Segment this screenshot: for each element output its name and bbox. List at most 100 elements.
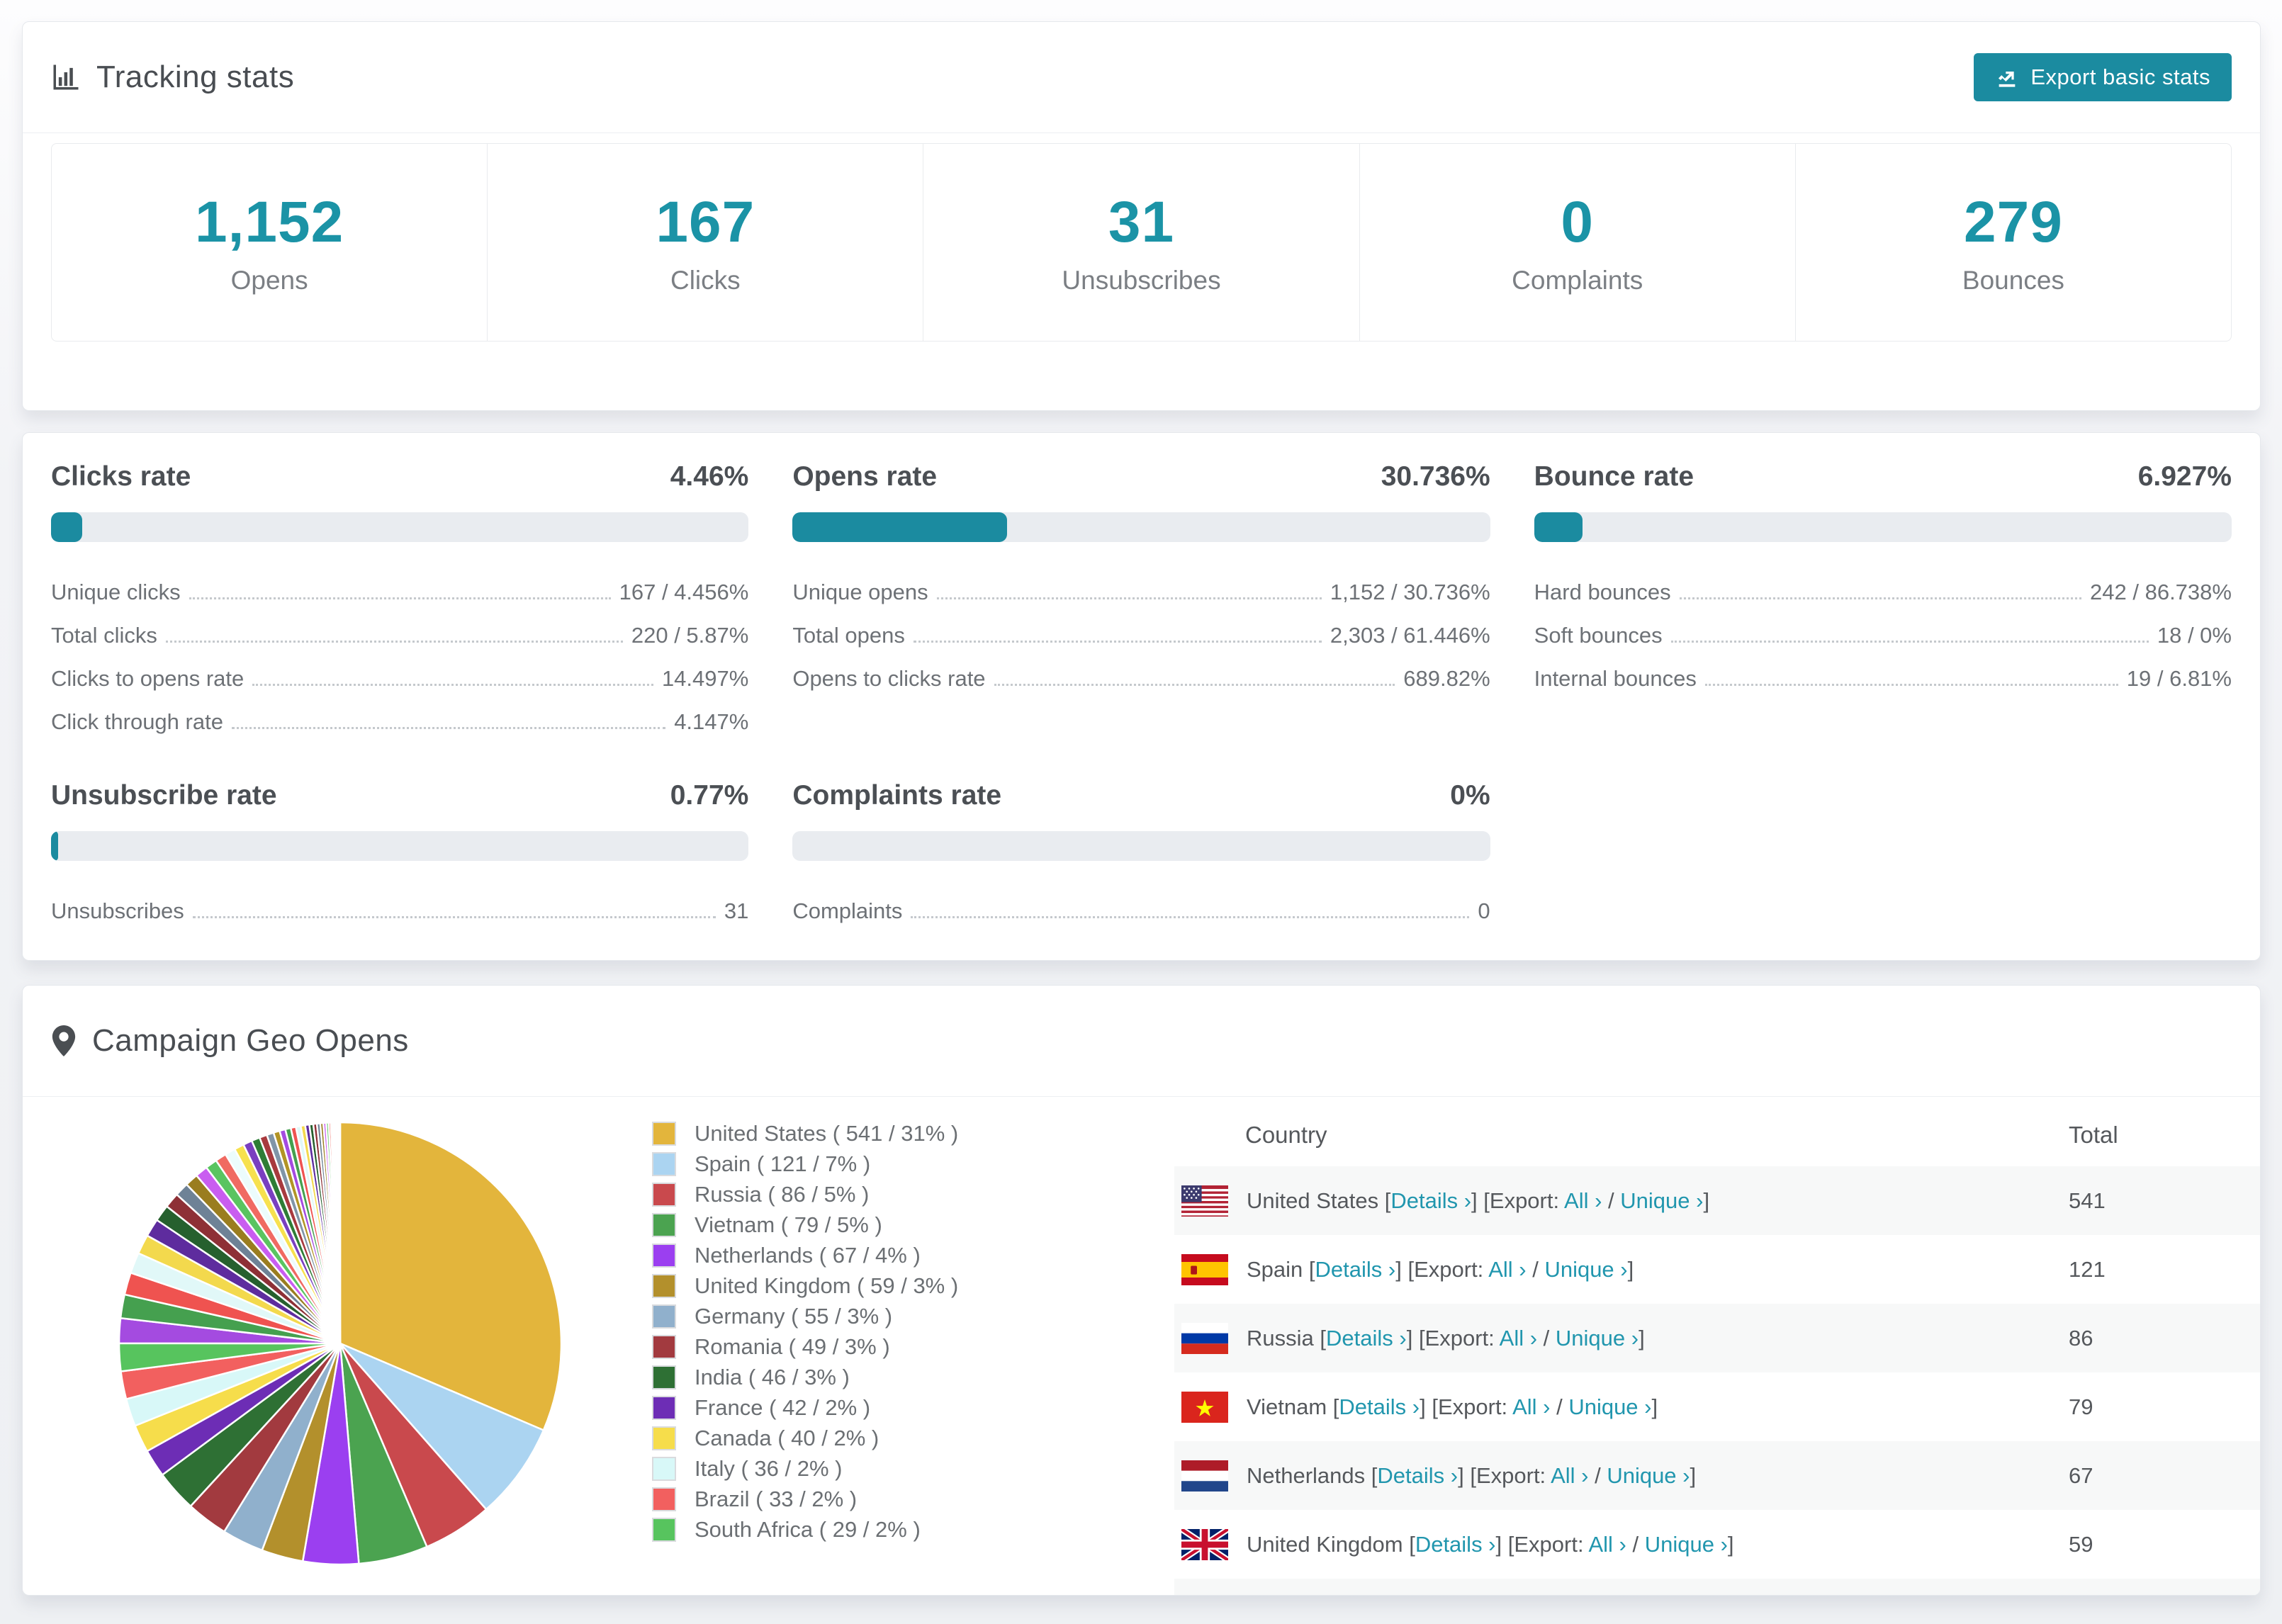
stat-label: Unsubscribes xyxy=(1062,266,1221,295)
rate-detail-value: 167 / 4.456% xyxy=(619,580,749,604)
legend-swatch xyxy=(652,1273,676,1298)
dotted-leader xyxy=(231,727,666,729)
country-name: Russia xyxy=(1247,1325,1320,1350)
export-all-link[interactable]: All › xyxy=(1488,1257,1526,1282)
rate-detail-row: Complaints 0 xyxy=(792,885,1490,928)
legend-item-russia: Russia ( 86 / 5% ) xyxy=(652,1179,958,1209)
rate-detail-row: Opens to clicks rate 689.82% xyxy=(792,653,1490,696)
rate-detail-row: Hard bounces 242 / 86.738% xyxy=(1534,566,2232,609)
details-link[interactable]: Details › xyxy=(1326,1326,1407,1350)
rate-value: 0% xyxy=(1450,780,1490,811)
rate-title: Clicks rate xyxy=(51,461,191,492)
rate-detail-row: Unique clicks 167 / 4.456% xyxy=(51,566,748,609)
export-all-link[interactable]: All › xyxy=(1512,1394,1550,1419)
export-all-link[interactable]: All › xyxy=(1500,1326,1537,1350)
dotted-leader xyxy=(252,684,653,686)
legend-swatch xyxy=(652,1121,676,1146)
rate-detail-label: Opens to clicks rate xyxy=(792,666,986,691)
page-title: Tracking stats xyxy=(96,60,295,94)
rate-progress-fill xyxy=(1534,512,1583,542)
geo-table-header-country: Country xyxy=(1245,1122,1327,1148)
geo-row-total: 79 xyxy=(2069,1394,2093,1419)
legend-label: Germany ( 55 / 3% ) xyxy=(695,1303,893,1329)
geo-header: Campaign Geo Opens xyxy=(23,986,2260,1096)
details-link[interactable]: Details › xyxy=(1315,1257,1396,1282)
geo-table-row-es: Spain [Details ›] [Export: All › / Uniqu… xyxy=(1174,1235,2260,1304)
legend-swatch xyxy=(652,1456,676,1481)
rate-detail-value: 1,152 / 30.736% xyxy=(1330,580,1490,604)
dotted-leader xyxy=(165,641,623,643)
legend-label: Spain ( 121 / 7% ) xyxy=(695,1151,871,1176)
export-unique-link[interactable]: Unique › xyxy=(1645,1532,1728,1557)
details-link[interactable]: Details › xyxy=(1415,1532,1496,1557)
stat-box: 167 Clicks xyxy=(487,143,924,342)
flag-gb-icon xyxy=(1181,1528,1247,1560)
details-link[interactable]: Details › xyxy=(1377,1463,1458,1488)
geo-opens-pie-chart[interactable] xyxy=(106,1110,574,1577)
rate-value: 0.77% xyxy=(670,780,749,811)
stat-box: 1,152 Opens xyxy=(51,143,488,342)
details-link[interactable]: Details › xyxy=(1339,1394,1420,1419)
export-all-link[interactable]: All › xyxy=(1588,1532,1626,1557)
legend-swatch xyxy=(652,1212,676,1237)
geo-row-country-cell: United Kingdom [Details ›] [Export: All … xyxy=(1174,1528,2069,1560)
export-label: [Export: xyxy=(1507,1531,1589,1557)
bar-chart-icon xyxy=(53,64,79,90)
export-unique-link[interactable]: Unique › xyxy=(1556,1326,1639,1350)
legend-label: Canada ( 40 / 2% ) xyxy=(695,1425,879,1450)
header-divider xyxy=(23,132,2260,133)
details-link[interactable]: Details › xyxy=(1390,1188,1471,1213)
geo-row-total: 67 xyxy=(2069,1462,2093,1488)
rate-title: Opens rate xyxy=(792,461,938,492)
stat-box: 279 Bounces xyxy=(1794,143,2232,342)
geo-row-total: 121 xyxy=(2069,1256,2106,1282)
export-unique-link[interactable]: Unique › xyxy=(1544,1257,1627,1282)
rate-panel-clicks-rate: Clicks rate 4.46% Unique clicks 167 / 4.456… xyxy=(51,461,749,739)
export-all-link[interactable]: All › xyxy=(1551,1463,1588,1488)
export-unique-link[interactable]: Unique › xyxy=(1568,1394,1651,1419)
rate-detail-row: Unsubscribes 31 xyxy=(51,885,748,928)
geo-title: Campaign Geo Opens xyxy=(92,1023,409,1058)
pie-slice-other-53[interactable] xyxy=(338,1121,342,1345)
rate-detail-label: Unique clicks xyxy=(51,580,181,604)
export-basic-stats-button[interactable]: Export basic stats xyxy=(1974,53,2232,101)
geo-row-total: 59 xyxy=(2069,1531,2093,1557)
stat-value: 1,152 xyxy=(195,190,344,254)
dotted-leader xyxy=(189,597,611,599)
legend-label: United Kingdom ( 59 / 3% ) xyxy=(695,1273,959,1298)
rate-detail-label: Clicks to opens rate xyxy=(51,666,244,691)
rate-detail-value: 31 xyxy=(724,898,749,923)
rate-detail-value: 689.82% xyxy=(1403,666,1490,691)
rate-detail-row: Click through rate 4.147% xyxy=(51,696,748,739)
legend-item-italy: Italy ( 36 / 2% ) xyxy=(652,1453,958,1484)
rate-title: Bounce rate xyxy=(1534,461,1694,492)
legend-label: Netherlands ( 67 / 4% ) xyxy=(695,1242,921,1268)
stat-value: 279 xyxy=(1964,190,2063,254)
legend-swatch xyxy=(652,1365,676,1389)
rate-progressbar xyxy=(51,512,749,542)
legend-label: South Africa ( 29 / 2% ) xyxy=(695,1516,921,1542)
export-label: [Export: xyxy=(1483,1188,1565,1213)
legend-label: India ( 46 / 3% ) xyxy=(695,1364,850,1389)
rate-progressbar xyxy=(1534,512,2232,542)
export-unique-link[interactable]: Unique › xyxy=(1620,1188,1703,1213)
rate-detail-row: Unique opens 1,152 / 30.736% xyxy=(792,566,1490,609)
export-all-link[interactable]: All › xyxy=(1564,1188,1602,1213)
flag-ru-icon xyxy=(1181,1322,1247,1354)
legend-swatch xyxy=(652,1151,676,1176)
location-pin-icon xyxy=(52,1025,76,1056)
export-unique-link[interactable]: Unique › xyxy=(1607,1463,1690,1488)
stat-label: Opens xyxy=(230,266,308,295)
stats-row: 1,152 Opens 167 Clicks 31 Unsubscribes 0 Compla… xyxy=(51,143,2232,342)
legend-swatch xyxy=(652,1304,676,1329)
rates-grid: Clicks rate 4.46% Unique clicks 167 / 4.456… xyxy=(51,461,2232,928)
page: Tracking stats Export basic stats 1,152 O… xyxy=(0,0,2282,1624)
legend-label: Brazil ( 33 / 2% ) xyxy=(695,1486,858,1511)
export-label: [Export: xyxy=(1432,1394,1513,1419)
rate-detail-label: Unsubscribes xyxy=(51,898,184,923)
legend-item-canada: Canada ( 40 / 2% ) xyxy=(652,1423,958,1453)
legend-swatch xyxy=(652,1334,676,1359)
rate-detail-value: 220 / 5.87% xyxy=(631,623,749,648)
rate-detail-label: Soft bounces xyxy=(1534,623,1663,648)
geo-table-row-de: Germany [Details ›] [Export: All › / Uni… xyxy=(1174,1579,2260,1595)
